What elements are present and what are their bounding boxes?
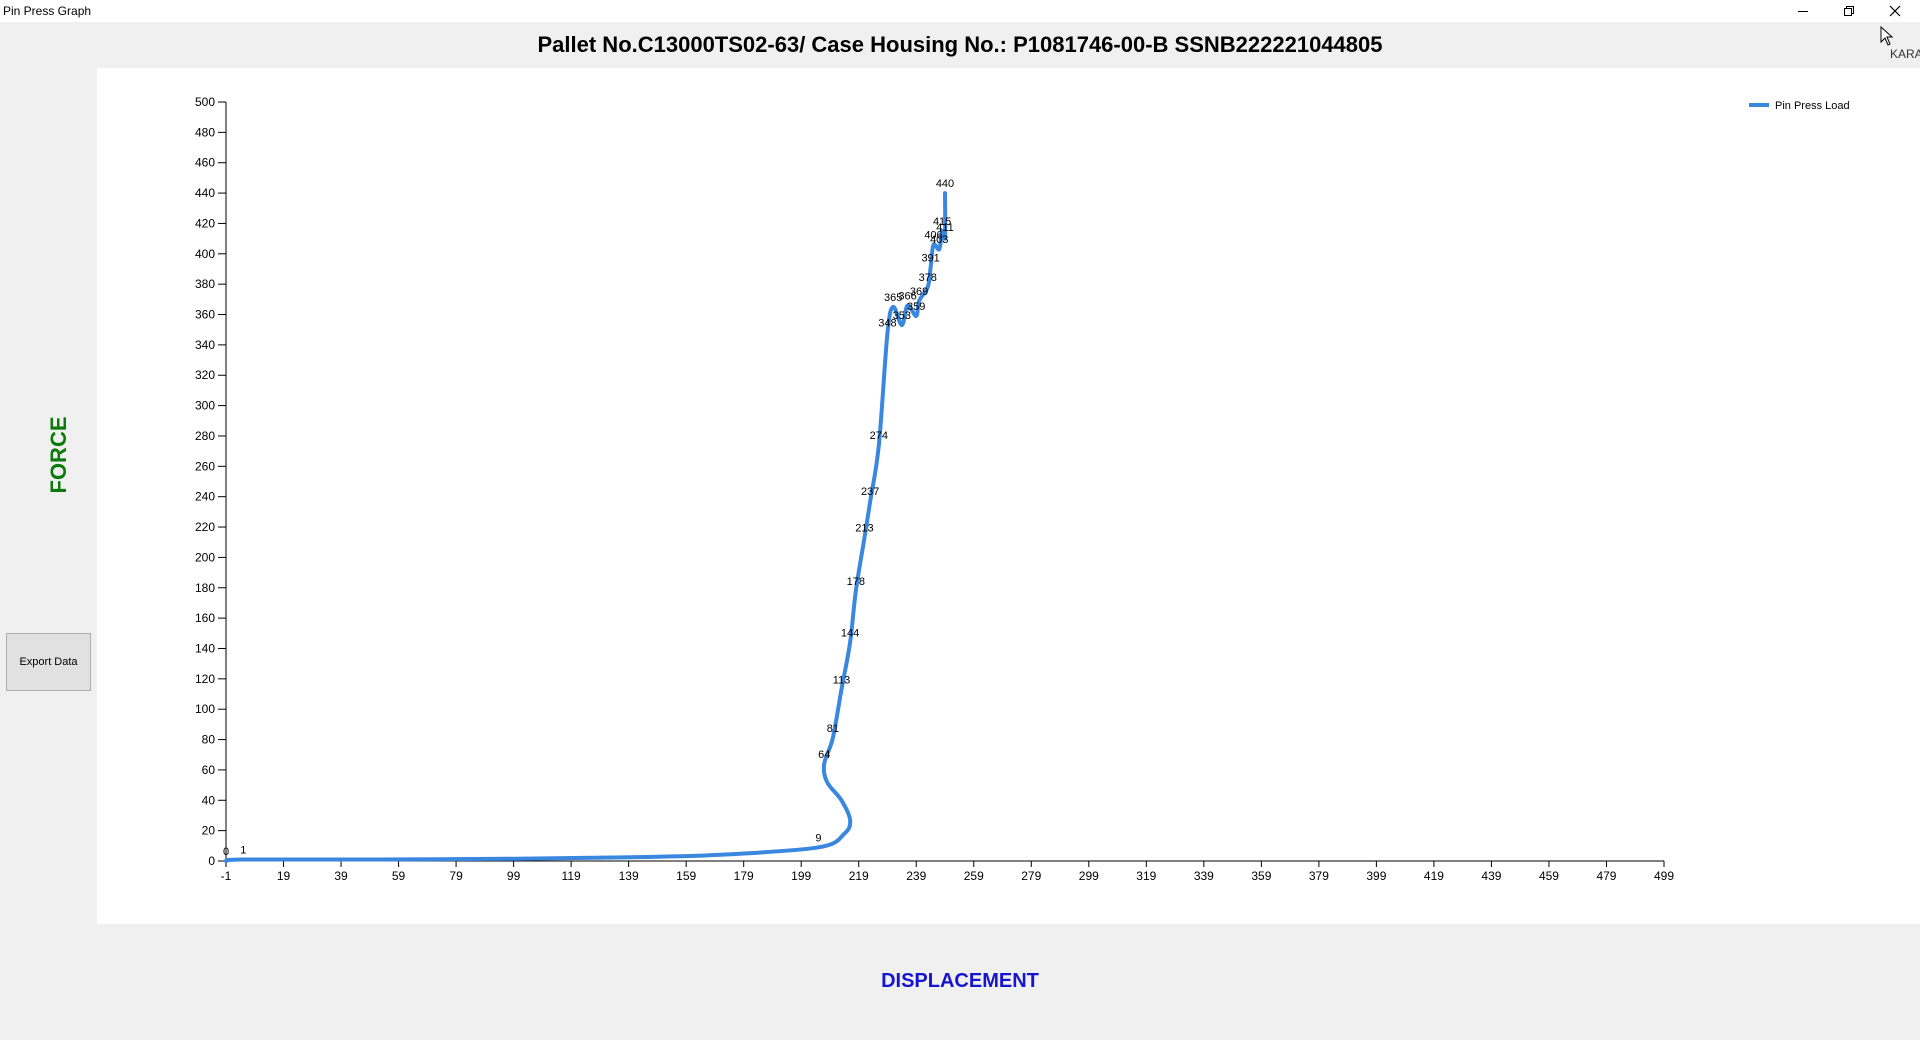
data-point-label: 144 xyxy=(841,627,859,639)
minimize-button[interactable] xyxy=(1780,0,1826,22)
data-point-label: 64 xyxy=(818,749,830,761)
y-tick-label: 260 xyxy=(195,459,215,473)
y-tick-label: 180 xyxy=(195,581,215,595)
x-tick-label: 379 xyxy=(1309,869,1329,883)
data-point-label: 9 xyxy=(815,832,821,844)
plot-panel: 0 20 40 60 80 100 120 140 160 180 200 220 240 260 280 3… xyxy=(97,68,1920,924)
data-point-label: 378 xyxy=(919,272,937,284)
y-tick-label: 40 xyxy=(202,793,216,807)
y-axis-title: FORCE xyxy=(46,416,71,494)
y-tick-label: 460 xyxy=(195,156,215,170)
x-tick-label: 479 xyxy=(1596,869,1616,883)
export-data-button[interactable]: Export Data xyxy=(6,633,91,691)
data-point-label: 178 xyxy=(847,576,865,588)
x-tick-label: 259 xyxy=(964,869,984,883)
y-tick-label: 240 xyxy=(195,490,215,504)
y-tick-label: 200 xyxy=(195,550,215,564)
x-tick-label: 119 xyxy=(562,869,581,883)
window-titlebar: Pin Press Graph xyxy=(0,0,1920,22)
data-point-label: 391 xyxy=(921,252,939,264)
y-tick-label: 300 xyxy=(195,399,215,413)
data-point-label: 274 xyxy=(870,430,888,442)
y-tick-label: 140 xyxy=(195,641,215,655)
series-line-pin-press-load xyxy=(224,191,948,863)
y-tick-label: 480 xyxy=(195,125,215,139)
y-tick-label: 380 xyxy=(195,277,215,291)
data-point-label: 411 xyxy=(936,222,954,234)
y-tick-label: 0 xyxy=(208,854,215,868)
data-point-label: 213 xyxy=(855,523,873,535)
x-tick-label: 439 xyxy=(1481,869,1501,883)
data-point-label: 403 xyxy=(930,234,948,246)
restore-button[interactable] xyxy=(1826,0,1872,22)
window-title: Pin Press Graph xyxy=(3,4,92,18)
close-icon xyxy=(1889,5,1901,17)
x-tick-label: 499 xyxy=(1654,869,1674,883)
x-tick-label: 99 xyxy=(507,869,521,883)
x-tick-label: 139 xyxy=(619,869,639,883)
graph-title: Pallet No.C13000TS02-63/ Case Housing No… xyxy=(537,32,1383,57)
x-tick-label: 399 xyxy=(1366,869,1386,883)
legend-label: Pin Press Load xyxy=(1775,100,1850,112)
data-point-label: 440 xyxy=(936,178,954,190)
x-tick-label: 179 xyxy=(734,869,754,883)
close-button[interactable] xyxy=(1872,0,1918,22)
y-tick-label: 120 xyxy=(195,672,215,686)
y-tick-label: 60 xyxy=(202,763,216,777)
data-point-label: 237 xyxy=(861,486,879,498)
y-tick-label: 280 xyxy=(195,429,215,443)
y-tick-label: 160 xyxy=(195,611,215,625)
x-tick-label: 359 xyxy=(1251,869,1271,883)
minimize-icon xyxy=(1798,11,1808,12)
x-tick-label: 159 xyxy=(676,869,696,883)
data-point-label: 81 xyxy=(827,723,839,735)
restore-icon xyxy=(1844,6,1854,16)
x-tick-label: 299 xyxy=(1079,869,1099,883)
x-tick-label: 279 xyxy=(1021,869,1041,883)
x-tick-label: 339 xyxy=(1194,869,1214,883)
x-tick-label: 59 xyxy=(392,869,406,883)
y-tick-label: 320 xyxy=(195,368,215,382)
x-axis-title: DISPLACEMENT xyxy=(881,970,1039,992)
x-tick-label: 319 xyxy=(1136,869,1156,883)
data-point-label: 113 xyxy=(833,674,851,686)
x-tick-label: 39 xyxy=(334,869,348,883)
y-tick-label: 360 xyxy=(195,308,215,322)
x-tick-label: 459 xyxy=(1539,869,1559,883)
x-tick-label: 79 xyxy=(449,869,463,883)
y-tick-label: 20 xyxy=(202,824,216,838)
y-tick-label: 220 xyxy=(195,520,215,534)
data-point-label: 1 xyxy=(240,844,246,856)
y-tick-label: 420 xyxy=(195,216,215,230)
data-point-label: 369 xyxy=(910,286,928,298)
y-tick-label: 500 xyxy=(195,95,215,109)
x-tick-label: 219 xyxy=(849,869,869,883)
y-tick-label: 80 xyxy=(202,733,216,747)
x-tick-label: 19 xyxy=(277,869,291,883)
x-tick-label: 239 xyxy=(906,869,926,883)
pin-press-chart: 0 20 40 60 80 100 120 140 160 180 200 220 240 260 280 3… xyxy=(195,95,1850,883)
data-point-label: 0 xyxy=(223,846,229,858)
y-tick-label: 400 xyxy=(195,247,215,261)
x-tick-label: 199 xyxy=(791,869,811,883)
x-tick-label: 419 xyxy=(1424,869,1444,883)
y-tick-label: 340 xyxy=(195,338,215,352)
y-tick-label: 100 xyxy=(195,702,215,716)
x-tick-label: -1 xyxy=(221,869,232,883)
data-point-label: 359 xyxy=(907,301,925,313)
y-tick-label: 440 xyxy=(195,186,215,200)
